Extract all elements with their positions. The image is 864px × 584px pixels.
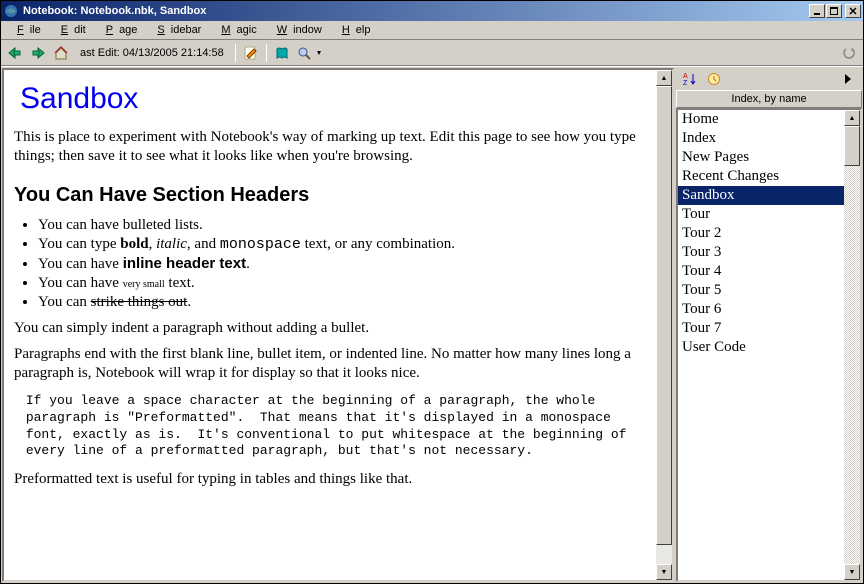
menu-sidebar[interactable]: Sidebar — [145, 22, 207, 38]
scroll-down-button[interactable]: ▼ — [656, 564, 672, 580]
index-item[interactable]: Tour 3 — [678, 243, 844, 262]
window-title: Notebook: Notebook.nbk, Sandbox — [23, 5, 809, 17]
menu-file[interactable]: File — [5, 22, 47, 38]
content-pane: Sandbox This is place to experiment with… — [2, 68, 674, 582]
scroll-track[interactable] — [656, 545, 672, 564]
paragraph: Paragraphs end with the first blank line… — [14, 345, 646, 383]
search-button[interactable] — [295, 43, 325, 63]
list-item: You can strike things out. — [38, 294, 646, 311]
back-button[interactable] — [5, 43, 25, 63]
menu-help[interactable]: Help — [330, 22, 377, 38]
sidebar-header: Index, by name — [676, 90, 862, 108]
recent-button[interactable] — [704, 69, 724, 89]
index-item[interactable]: New Pages — [678, 148, 844, 167]
intro-paragraph: This is place to experiment with Noteboo… — [14, 128, 646, 166]
content-scrollbar[interactable]: ▲ ▼ — [656, 70, 672, 580]
index-list[interactable]: HomeIndexNew PagesRecent ChangesSandboxT… — [678, 110, 844, 580]
home-button[interactable] — [51, 43, 71, 63]
index-item[interactable]: Index — [678, 129, 844, 148]
indented-paragraph: You can simply indent a paragraph withou… — [14, 319, 646, 338]
index-item[interactable]: Tour 2 — [678, 224, 844, 243]
scroll-up-button[interactable]: ▲ — [656, 70, 672, 86]
forward-button[interactable] — [28, 43, 48, 63]
index-item[interactable]: Tour 4 — [678, 262, 844, 281]
index-item[interactable]: Tour 6 — [678, 300, 844, 319]
index-item[interactable]: Tour 7 — [678, 319, 844, 338]
scroll-thumb[interactable] — [656, 86, 672, 545]
index-item[interactable]: Home — [678, 110, 844, 129]
app-window: Notebook: Notebook.nbk, Sandbox File Edi… — [0, 0, 864, 584]
scroll-up-button[interactable]: ▲ — [844, 110, 860, 126]
toolbar: ast Edit: 04/13/2005 21:14:58 — [1, 40, 863, 66]
sidebar: AZ Index, by name HomeIndexNew PagesRece… — [676, 68, 862, 582]
menubar: File Edit Page Sidebar Magic Window Help — [1, 21, 863, 40]
svg-text:A: A — [683, 73, 688, 80]
separator — [235, 44, 236, 62]
svg-text:Z: Z — [683, 80, 688, 86]
list-item: You can have bulleted lists. — [38, 217, 646, 234]
menu-edit[interactable]: Edit — [49, 22, 92, 38]
menu-magic[interactable]: Magic — [209, 22, 262, 38]
index-item[interactable]: Sandbox — [678, 186, 844, 205]
paragraph: Preformatted text is useful for typing i… — [14, 470, 646, 489]
index-item[interactable]: User Code — [678, 338, 844, 357]
index-item[interactable]: Tour 5 — [678, 281, 844, 300]
section-header: You Can Have Section Headers — [14, 184, 646, 207]
menu-page[interactable]: Page — [94, 22, 144, 38]
index-item[interactable]: Recent Changes — [678, 167, 844, 186]
separator — [266, 44, 267, 62]
edit-page-button[interactable] — [241, 43, 261, 63]
refresh-icon[interactable] — [839, 43, 859, 63]
index-item[interactable]: Tour — [678, 205, 844, 224]
titlebar[interactable]: Notebook: Notebook.nbk, Sandbox — [1, 1, 863, 21]
book-button[interactable] — [272, 43, 292, 63]
scroll-down-button[interactable]: ▼ — [844, 564, 860, 580]
main-area: Sandbox This is place to experiment with… — [1, 66, 863, 583]
close-button[interactable] — [845, 4, 861, 18]
maximize-button[interactable] — [826, 4, 842, 18]
app-icon — [3, 3, 19, 19]
menu-window[interactable]: Window — [265, 22, 328, 38]
scroll-thumb[interactable] — [844, 126, 860, 166]
bullet-list: You can have bulleted lists. You can typ… — [14, 217, 646, 311]
last-edit-label: ast Edit: 04/13/2005 21:14:58 — [74, 47, 230, 59]
preformatted-block: If you leave a space character at the be… — [18, 393, 646, 461]
page-title: Sandbox — [20, 82, 646, 116]
list-item: You can have very small text. — [38, 275, 646, 292]
page-content: Sandbox This is place to experiment with… — [4, 70, 656, 580]
collapse-sidebar-button[interactable] — [838, 69, 858, 89]
scroll-track[interactable] — [844, 166, 860, 564]
sort-button[interactable]: AZ — [680, 69, 700, 89]
sidebar-scrollbar[interactable]: ▲ ▼ — [844, 110, 860, 580]
sidebar-toolbar: AZ — [676, 68, 862, 90]
list-item: You can have inline header text. — [38, 255, 646, 273]
minimize-button[interactable] — [809, 4, 825, 18]
list-item: You can type bold, italic, and monospace… — [38, 236, 646, 253]
